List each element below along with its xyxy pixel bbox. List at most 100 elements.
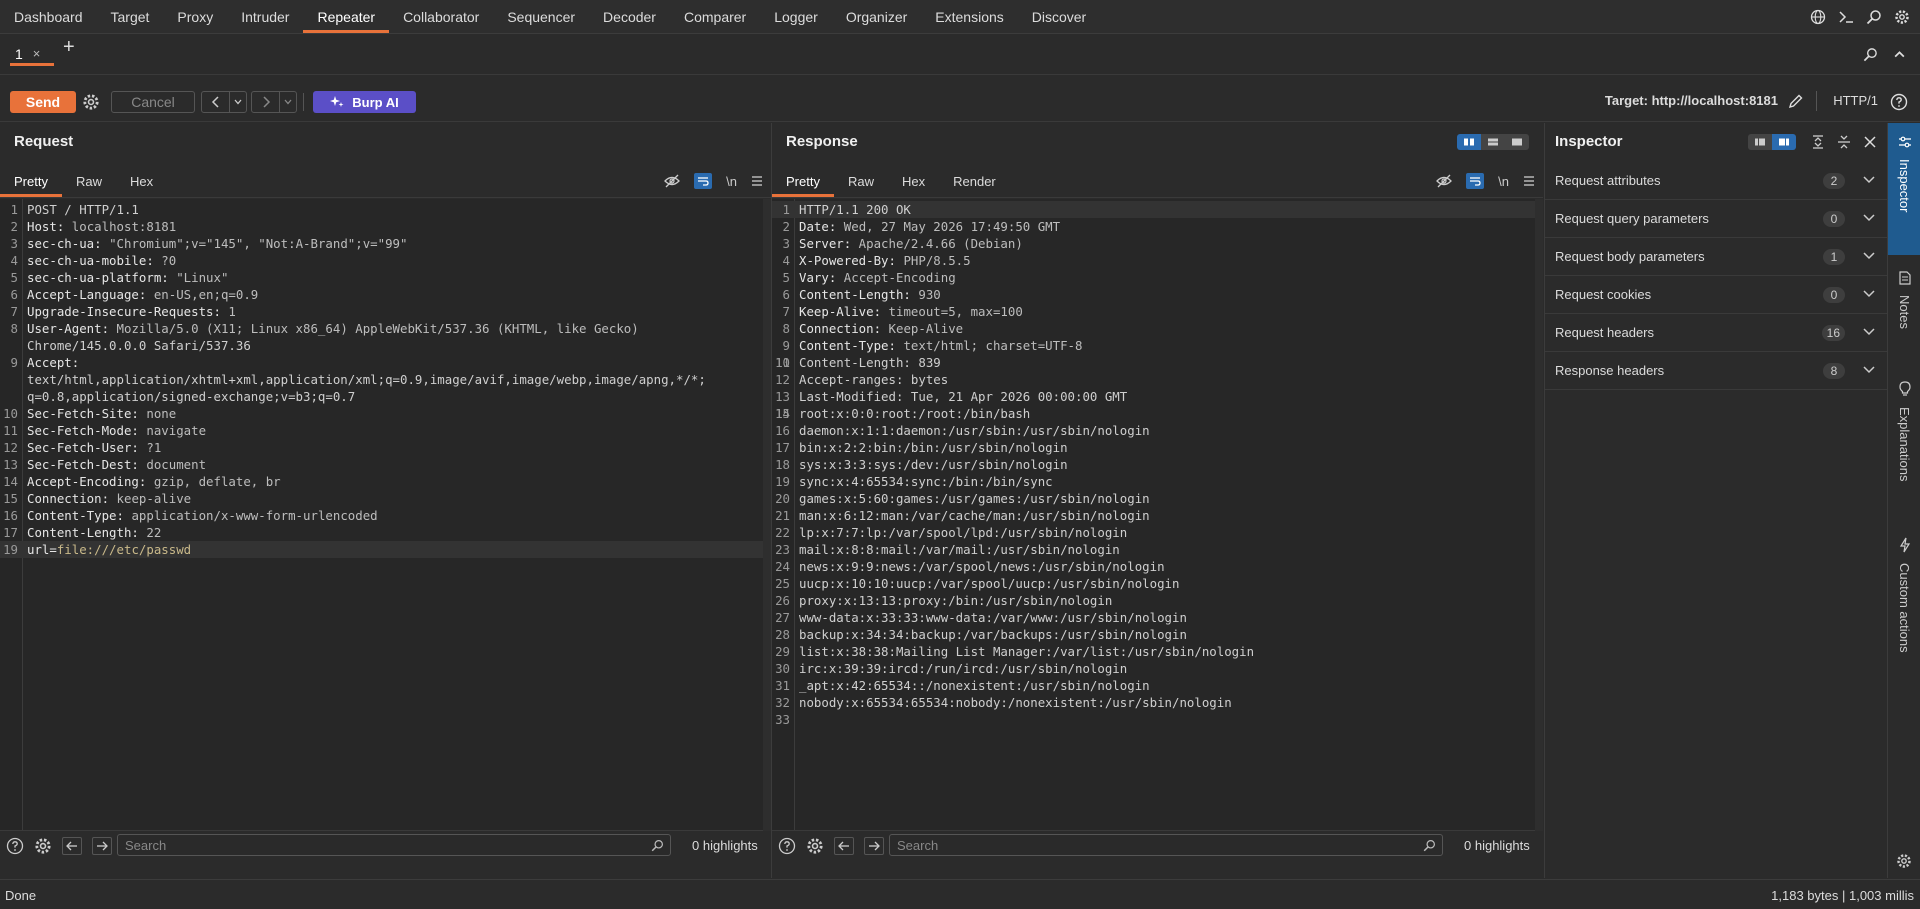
search-icon[interactable] [1866,9,1882,25]
response-editor[interactable]: 1 HTTP/1.1 200 OK 2 Date: Wed, 27 May 2026 … [772,199,1535,831]
response-tab-raw[interactable]: Raw [834,166,888,197]
http-version-selector[interactable]: HTTP/1 [1833,93,1878,108]
newline-toggle-icon[interactable]: \n [1498,174,1509,189]
nav-tab-dashboard[interactable]: Dashboard [0,0,97,33]
back-dropdown-chevron-icon[interactable] [230,92,246,112]
nav-tab-sequencer[interactable]: Sequencer [493,0,589,33]
line-number: 6 [782,287,790,302]
inspector-list-view-icon[interactable] [1748,134,1772,150]
sidebar-item-inspector[interactable]: Inspector [1888,123,1920,255]
nav-tab-target[interactable]: Target [97,0,164,33]
search-settings-gear-icon[interactable] [34,837,52,855]
line-value: Content-Length: 839 [799,355,941,370]
inspector-row-query-parameters[interactable]: Request query parameters 0 [1545,200,1887,238]
inspector-row-label: Response headers [1555,363,1665,378]
wrap-lines-icon[interactable] [1466,173,1485,189]
sidebar-label-explanations: Explanations [1897,407,1912,482]
burp-ai-button[interactable]: Burp AI [313,91,416,113]
inspector-row-request-attributes[interactable]: Request attributes 2 [1545,162,1887,200]
expand-all-icon[interactable] [1811,135,1825,149]
nav-tab-repeater[interactable]: Repeater [303,0,390,33]
request-editor[interactable]: 1 POST / HTTP/1.1 2 Host: localhost:8181 3 se… [0,199,763,831]
request-tab-pretty[interactable]: Pretty [0,166,62,197]
next-match-arrow-icon[interactable] [92,837,112,855]
help-icon[interactable] [1890,93,1908,111]
search-tabs-icon[interactable] [1863,47,1878,62]
nav-tab-collaborator[interactable]: Collaborator [389,0,493,33]
line-value: text/html,application/xhtml+xml,applicat… [27,372,706,387]
collapse-chevron-up-icon[interactable] [1893,48,1906,61]
response-tab-pretty[interactable]: Pretty [772,166,834,197]
sidebar-item-custom-actions[interactable]: Custom actions [1888,537,1920,687]
inspector-row-body-parameters[interactable]: Request body parameters 1 [1545,238,1887,276]
inspector-row-response-headers[interactable]: Response headers 8 [1545,352,1887,390]
send-button[interactable]: Send [10,91,76,113]
search-help-icon[interactable] [778,837,796,855]
response-tab-render[interactable]: Render [939,166,1010,197]
collapse-all-icon[interactable] [1837,135,1851,149]
line-value: ?1 [138,440,162,455]
layout-side-by-side-icon[interactable] [1457,134,1481,150]
layout-top-bottom-icon[interactable] [1481,134,1505,150]
nav-tab-extensions[interactable]: Extensions [921,0,1017,33]
hide-nonprintable-eye-icon[interactable] [1436,174,1453,188]
gear-icon[interactable] [1894,9,1910,25]
previous-match-arrow-icon[interactable] [834,837,854,855]
line-key: Sec-Fetch-Mode: [27,423,139,438]
hide-nonprintable-eye-icon[interactable] [664,174,681,188]
nav-tab-proxy[interactable]: Proxy [163,0,227,33]
forward-arrow-icon[interactable] [252,92,280,112]
close-inspector-icon[interactable] [1863,135,1877,149]
previous-match-arrow-icon[interactable] [62,837,82,855]
sidebar-item-notes[interactable]: Notes [1888,271,1920,371]
wrap-lines-icon[interactable] [694,173,713,189]
line-value: www-data:x:33:33:www-data:/var/www:/usr/… [799,610,1187,625]
terminal-icon[interactable] [1838,9,1854,25]
request-tab-hex[interactable]: Hex [116,166,167,197]
line-value: gzip, deflate, br [146,474,281,489]
add-tab-button[interactable]: + [63,36,75,59]
nav-tab-logger[interactable]: Logger [760,0,832,33]
nav-tab-intruder[interactable]: Intruder [227,0,303,33]
response-line: 17 bin:x:2:2:bin:/bin:/usr/sbin/nologin [772,439,1535,456]
line-key: Accept-Encoding: [27,474,147,489]
send-settings-gear-icon[interactable] [82,93,100,111]
inspector-layout-group [1748,134,1796,150]
nav-tab-comparer[interactable]: Comparer [670,0,760,33]
menu-icon[interactable] [1523,176,1535,186]
back-arrow-icon[interactable] [202,92,230,112]
inspector-row-label: Request cookies [1555,287,1652,302]
response-line: 19 sync:x:4:65534:sync:/bin:/bin/sync [772,473,1535,490]
line-key: Upgrade-Insecure-Requests: [27,304,221,319]
next-match-arrow-icon[interactable] [864,837,884,855]
repeater-tab-1[interactable]: 1 × [10,44,54,66]
line-key: Host: [27,219,65,234]
request-tab-raw[interactable]: Raw [62,166,116,197]
response-scrollbar[interactable] [1535,199,1543,831]
nav-tab-organizer[interactable]: Organizer [832,0,921,33]
menu-icon[interactable] [751,176,763,186]
globe-icon[interactable] [1810,9,1826,25]
response-view-tabs: Pretty Raw Hex Render [772,166,1543,198]
request-scrollbar[interactable] [763,199,771,831]
request-search-input[interactable]: Search [117,834,671,856]
nav-tab-decoder[interactable]: Decoder [589,0,670,33]
close-tab-icon[interactable]: × [33,46,41,61]
inspector-split-view-icon[interactable] [1772,134,1796,150]
nav-tab-discover[interactable]: Discover [1018,0,1100,33]
inspector-row-request-headers[interactable]: Request headers 16 [1545,314,1887,352]
cancel-button[interactable]: Cancel [111,91,195,113]
layout-tabs-icon[interactable] [1505,134,1529,150]
response-tab-hex[interactable]: Hex [888,166,939,197]
sidebar-settings-gear-icon[interactable] [1896,853,1912,869]
line-value: document [138,457,207,472]
search-settings-gear-icon[interactable] [806,837,824,855]
response-search-input[interactable]: Search [889,834,1443,856]
newline-toggle-icon[interactable]: \n [726,174,737,189]
line-number: 3 [782,236,790,251]
search-help-icon[interactable] [6,837,24,855]
sidebar-item-explanations[interactable]: Explanations [1888,381,1920,511]
inspector-row-cookies[interactable]: Request cookies 0 [1545,276,1887,314]
edit-target-pencil-icon[interactable] [1788,93,1804,109]
forward-dropdown-chevron-icon[interactable] [280,92,296,112]
